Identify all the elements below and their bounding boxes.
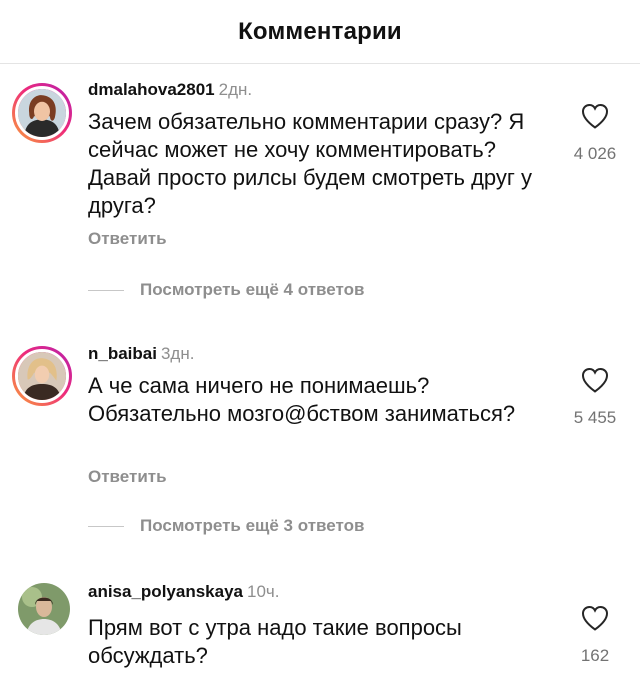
profile-photo-icon — [18, 89, 66, 137]
divider-line — [88, 525, 124, 527]
reply-button[interactable]: Ответить — [88, 229, 167, 249]
avatar[interactable] — [12, 83, 72, 143]
avatar[interactable] — [12, 346, 72, 406]
like-count: 4 026 — [573, 144, 617, 163]
reply-button[interactable]: Ответить — [88, 467, 167, 487]
view-more-replies-label: Посмотреть ещё 4 ответов — [140, 280, 365, 299]
comment-time: 2дн. — [218, 80, 253, 99]
like-button[interactable]: 5 455 — [560, 366, 630, 428]
like-button[interactable]: 162 — [560, 604, 630, 666]
heart-outline-icon — [581, 103, 609, 129]
profile-photo-icon — [18, 583, 70, 635]
view-more-replies-button[interactable]: Посмотреть ещё 4 ответов — [88, 280, 364, 300]
profile-photo-icon — [18, 352, 66, 400]
comment-time: 3дн. — [160, 344, 195, 363]
like-count: 162 — [580, 646, 610, 665]
divider-line — [88, 289, 124, 291]
comment-time: 10ч. — [246, 582, 280, 601]
comment-text: А че сама ничего не понимаешь? Обязатель… — [88, 373, 516, 426]
comment-username[interactable]: n_baibai — [88, 344, 157, 363]
comment-text: Зачем обязательно комментарии сразу? Я с… — [88, 109, 533, 218]
comment-username[interactable]: anisa_polyanskaya — [88, 582, 243, 601]
comment-username[interactable]: dmalahova2801 — [88, 80, 215, 99]
view-more-replies-button[interactable]: Посмотреть ещё 3 ответов — [88, 516, 364, 536]
header: Комментарии — [0, 0, 640, 64]
avatar[interactable] — [18, 583, 70, 635]
comment-text: Прям вот с утра надо такие вопросы обсуж… — [88, 615, 462, 668]
like-count: 5 455 — [573, 408, 617, 427]
view-more-replies-label: Посмотреть ещё 3 ответов — [140, 516, 365, 535]
like-button[interactable]: 4 026 — [560, 102, 630, 164]
heart-outline-icon — [581, 367, 609, 393]
heart-outline-icon — [581, 605, 609, 631]
page-title: Комментарии — [238, 17, 402, 45]
